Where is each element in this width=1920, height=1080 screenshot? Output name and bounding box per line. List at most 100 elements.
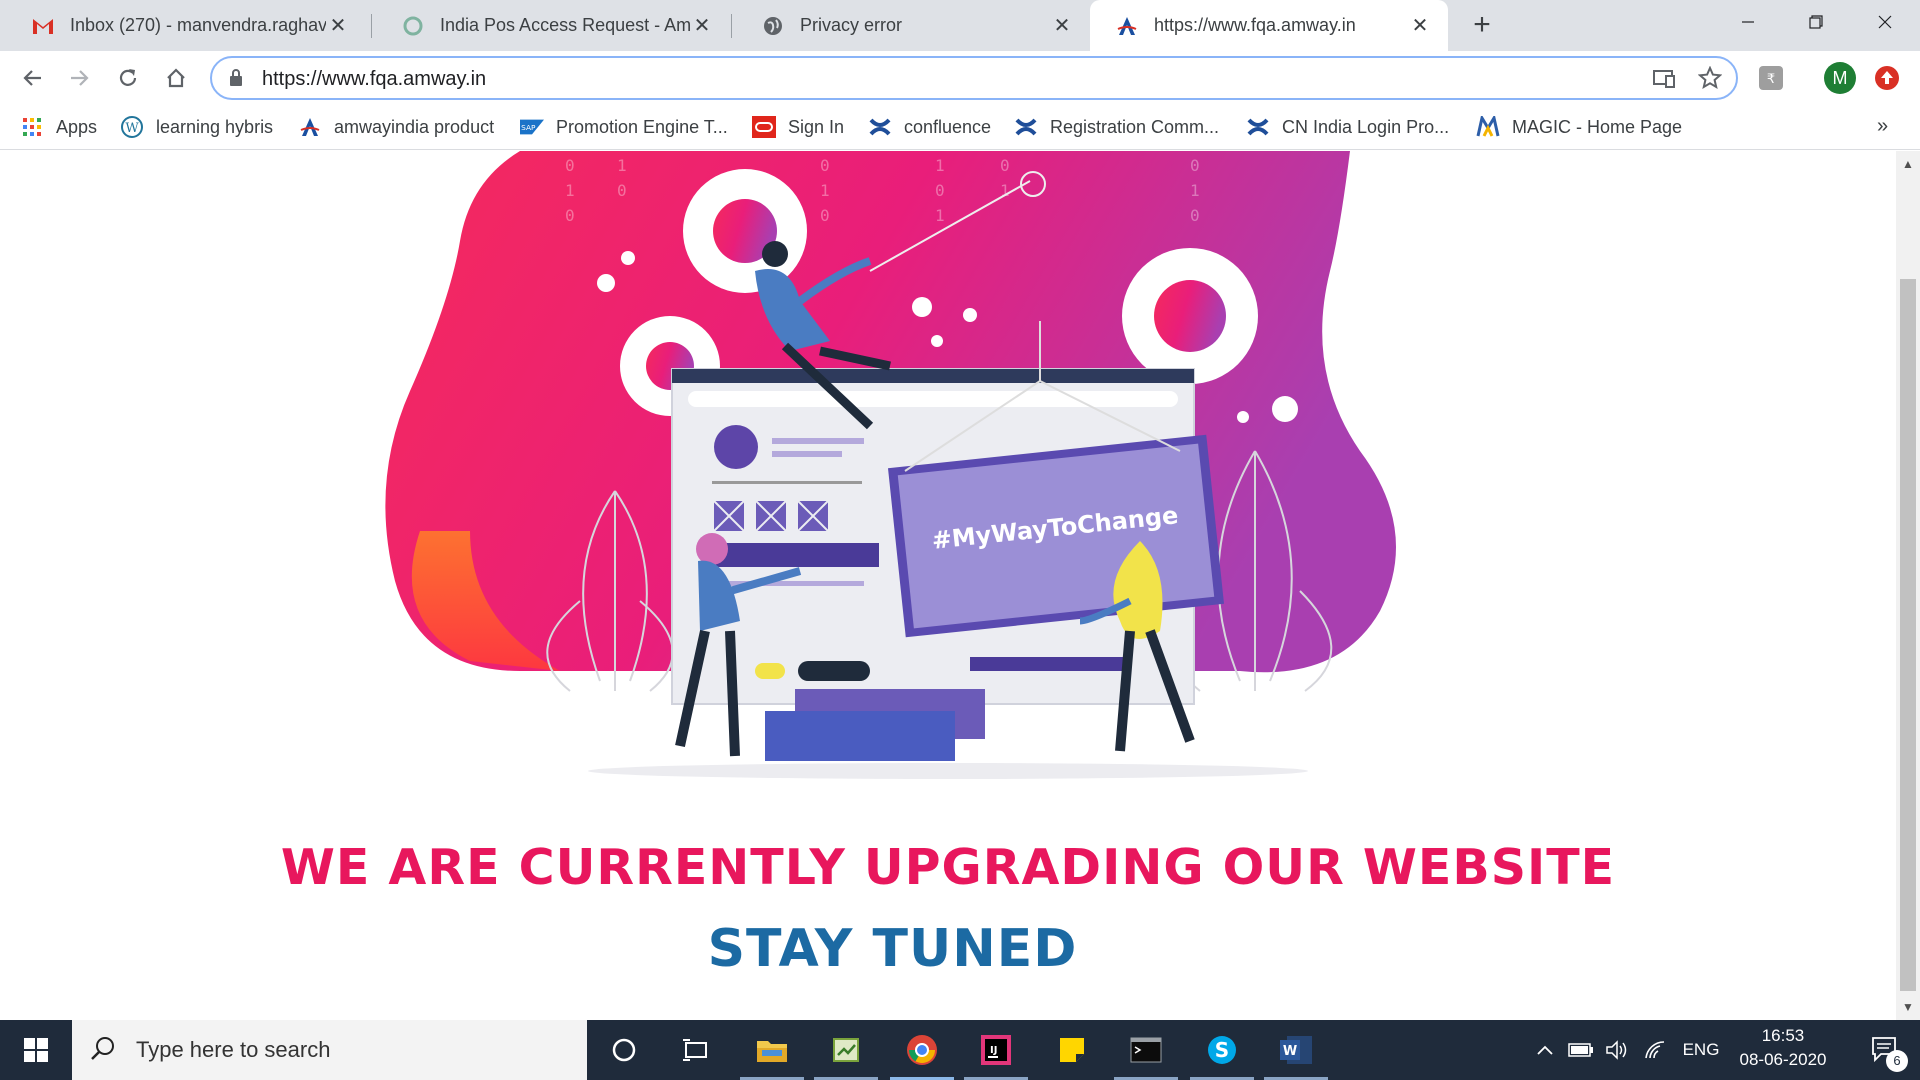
taskbar-skype[interactable]: S (1186, 1020, 1258, 1080)
svg-text:0: 0 (1000, 156, 1010, 175)
globe-icon (762, 15, 784, 37)
language-indicator[interactable]: ENG (1680, 1020, 1722, 1080)
scrollbar-thumb[interactable] (1900, 279, 1916, 991)
bookmarks-overflow-button[interactable]: » (1877, 115, 1888, 138)
bookmark-label: Sign In (788, 116, 845, 137)
close-tab-icon[interactable]: ✕ (326, 14, 350, 38)
url-text[interactable]: https://www.fqa.amway.in (262, 68, 486, 91)
svg-text:0: 0 (565, 156, 575, 175)
task-view-icon (683, 1039, 707, 1061)
maintenance-illustration: 010 10 010 101 01 010 (385, 151, 1396, 779)
folder-icon (757, 1041, 787, 1062)
confluence-icon (1246, 115, 1270, 139)
bookmark-learning-hybris[interactable]: W learning hybris (120, 113, 273, 141)
taskbar-word[interactable]: W (1260, 1020, 1332, 1080)
wifi-icon[interactable] (1640, 1020, 1670, 1080)
taskbar-sticky-notes[interactable] (1036, 1020, 1108, 1080)
clock[interactable]: 16:53 08-06-2020 (1728, 1024, 1838, 1072)
confluence-icon (1014, 115, 1038, 139)
loading-icon (402, 15, 424, 37)
tab-privacy-error[interactable]: Privacy error ✕ (736, 0, 1090, 51)
new-tab-button[interactable]: + (1466, 8, 1498, 41)
close-window-button[interactable] (1857, 0, 1913, 44)
svg-text:0: 0 (935, 181, 945, 200)
bookmark-label: Apps (56, 116, 98, 137)
svg-text:W: W (1283, 1044, 1297, 1059)
cortana-button[interactable] (588, 1020, 660, 1080)
start-button[interactable] (0, 1020, 72, 1080)
tab-gmail[interactable]: Inbox (270) - manvendra.raghava ✕ (6, 0, 366, 51)
svg-text:1: 1 (565, 181, 575, 200)
bookmark-registration-comm[interactable]: Registration Comm... (1014, 113, 1219, 141)
svg-text:W: W (125, 121, 139, 136)
page-subline: STAY TUNED (707, 919, 1078, 979)
show-hidden-icons-button[interactable] (1530, 1020, 1560, 1080)
confluence-icon (868, 115, 892, 139)
lock-icon[interactable] (228, 68, 244, 93)
tab-separator (371, 14, 372, 38)
bookmark-label: Registration Comm... (1050, 116, 1220, 137)
bookmark-cn-india-login[interactable]: CN India Login Pro... (1246, 113, 1449, 141)
task-view-button[interactable] (660, 1020, 732, 1080)
clock-time: 16:53 (1761, 1026, 1805, 1045)
address-bar[interactable]: https://www.fqa.amway.in (210, 56, 1738, 100)
battery-icon[interactable] (1566, 1020, 1596, 1080)
svg-text:SAP: SAP (521, 123, 536, 132)
notification-count-badge: 6 (1886, 1050, 1908, 1072)
bookmark-star-icon[interactable] (1697, 65, 1723, 95)
skype-icon: S (1208, 1036, 1236, 1064)
wordpress-icon: W (120, 115, 144, 139)
back-button[interactable] (12, 58, 52, 98)
svg-text:1: 1 (1190, 181, 1200, 200)
taskbar-notepad-app[interactable] (810, 1020, 882, 1080)
extension-icon[interactable]: ₹ (1756, 63, 1786, 93)
clock-date: 08-06-2020 (1739, 1050, 1827, 1069)
taskbar-intellij[interactable]: IJ (960, 1020, 1032, 1080)
close-tab-icon[interactable]: ✕ (690, 14, 714, 38)
cast-icon[interactable] (1652, 68, 1676, 95)
notepad-icon (833, 1038, 859, 1062)
svg-text:IJ: IJ (990, 1045, 997, 1056)
restore-button[interactable] (1788, 0, 1844, 44)
windows-logo-icon (24, 1038, 48, 1062)
svg-text:S: S (1215, 1038, 1229, 1062)
action-center-button[interactable]: 6 (1856, 1020, 1916, 1080)
volume-icon[interactable] (1602, 1020, 1632, 1080)
svg-text:0: 0 (820, 206, 830, 225)
avatar[interactable]: M (1824, 62, 1856, 94)
close-tab-icon[interactable]: ✕ (1408, 14, 1432, 38)
svg-text:₹: ₹ (1767, 72, 1775, 87)
bookmark-promotion-engine[interactable]: SAP Promotion Engine T... (520, 113, 728, 141)
close-tab-icon[interactable]: ✕ (1050, 14, 1074, 38)
word-icon: W (1280, 1036, 1312, 1064)
taskbar-command-prompt[interactable] (1110, 1020, 1182, 1080)
bookmark-amwayindia-product[interactable]: amwayindia product (298, 113, 494, 141)
bookmark-sign-in[interactable]: Sign In (752, 113, 844, 141)
cortana-icon (612, 1038, 636, 1062)
tab-india-pos[interactable]: India Pos Access Request - Amwa ✕ (376, 0, 730, 51)
minimize-button[interactable] (1720, 0, 1776, 44)
tab-title: Inbox (270) - manvendra.raghava (70, 15, 326, 35)
svg-text:1: 1 (935, 206, 945, 225)
svg-text:1: 1 (935, 156, 945, 175)
bookmark-confluence[interactable]: confluence (868, 113, 991, 141)
update-icon[interactable] (1872, 63, 1902, 93)
oracle-icon (752, 115, 776, 139)
sticky-notes-icon (1060, 1038, 1084, 1062)
bookmark-apps[interactable]: Apps (20, 113, 97, 141)
taskbar-search-box[interactable]: Type here to search (72, 1020, 587, 1080)
home-button[interactable] (156, 58, 196, 98)
bookmark-label: MAGIC - Home Page (1512, 116, 1683, 137)
vertical-scrollbar[interactable]: ▲ ▼ (1896, 151, 1920, 1020)
reload-button[interactable] (108, 58, 148, 98)
scroll-down-icon[interactable]: ▼ (1902, 1000, 1914, 1014)
forward-button[interactable] (60, 58, 100, 98)
svg-text:1: 1 (820, 181, 830, 200)
bookmark-magic-home[interactable]: MAGIC - Home Page (1476, 113, 1682, 141)
bookmark-label: learning hybris (156, 116, 274, 137)
scroll-up-icon[interactable]: ▲ (1902, 157, 1914, 171)
taskbar-file-explorer[interactable] (736, 1020, 808, 1080)
svg-text:0: 0 (1190, 156, 1200, 175)
taskbar-chrome[interactable] (886, 1020, 958, 1080)
tab-amway[interactable]: https://www.fqa.amway.in ✕ (1090, 0, 1448, 51)
